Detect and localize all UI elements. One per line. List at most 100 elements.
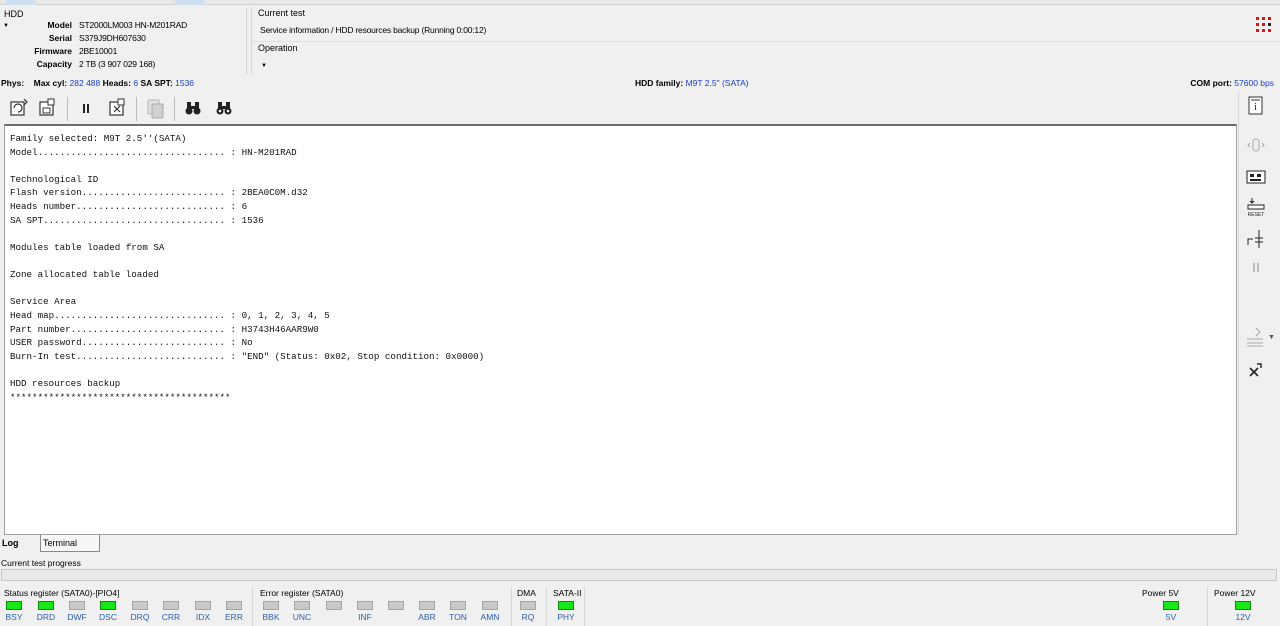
log-text-area[interactable]: Family selected: M9T 2.5''(SATA) Model...… [10, 132, 1232, 530]
phys-label: Phys: [1, 78, 25, 88]
hdd-title: HDD [4, 9, 24, 19]
hdd-serial-label: Serial [48, 33, 72, 43]
hdd-capacity-row: Capacity 2 TB (3 907 029 168) [0, 59, 247, 71]
log-line: Modules table loaded from SA [10, 241, 165, 253]
pause-icon[interactable] [74, 96, 98, 120]
com-value: 57600 bps [1234, 78, 1274, 88]
led-label: PHY [557, 612, 575, 622]
current-test-text: Service information / HDD resources back… [260, 25, 487, 35]
led-rq [520, 601, 536, 610]
led-label: RQ [521, 612, 535, 622]
led-idx [195, 601, 211, 610]
find-next-icon[interactable] [212, 96, 236, 120]
info-document-icon[interactable]: i [1245, 95, 1267, 117]
log-line: Heads number........................... … [10, 201, 248, 213]
top-strip-tab[interactable] [6, 0, 36, 5]
led-bbk [263, 601, 279, 610]
tab-log[interactable]: Log [0, 535, 40, 552]
transfer-icon[interactable] [1245, 326, 1267, 348]
power5-title: Power 5V [1142, 588, 1179, 598]
led-label: 12V [1235, 612, 1251, 622]
log-line: Family selected: M9T 2.5''(SATA) [10, 133, 187, 144]
chip-icon[interactable] [1245, 166, 1267, 188]
led-label: DWF [67, 612, 87, 622]
led-phy [558, 601, 574, 610]
log-line: SA SPT................................. … [10, 214, 264, 226]
find-icon[interactable] [181, 96, 205, 120]
operation-dropdown-caret-icon[interactable]: ▼ [261, 63, 267, 69]
led-label: BSY [5, 612, 23, 622]
operation-panel[interactable]: Operation ▼ [251, 41, 1280, 74]
log-line: Burn-In test........................... … [10, 350, 485, 362]
app-menu-grid-icon[interactable] [1256, 17, 1274, 33]
led-label: UNC [292, 612, 312, 622]
save-test-icon[interactable] [36, 96, 60, 120]
right-toolbar [1238, 92, 1280, 535]
led-label: AMN [480, 612, 500, 622]
led-blank [326, 601, 342, 610]
dma-title: DMA [517, 588, 536, 598]
family-value: M9T 2.5" (SATA) [685, 78, 749, 88]
operation-title: Operation [258, 43, 298, 53]
svg-text:RESET: RESET [1248, 212, 1265, 218]
log-line: Model.................................. … [10, 146, 297, 158]
error-register-title: Error register (SATA0) [260, 588, 344, 598]
log-line: Zone allocated table loaded [10, 269, 159, 281]
com-label: COM port: [1190, 78, 1232, 88]
maxcyl-value: 282 488 [69, 78, 101, 88]
sata-title: SATA-II [553, 588, 582, 598]
led-label: ABR [418, 612, 436, 622]
progress-bar [1, 569, 1277, 581]
log-line: Head map............................... … [10, 309, 330, 321]
led-label: TON [449, 612, 467, 622]
led-label: IDX [195, 612, 211, 622]
led-err [226, 601, 242, 610]
open-test-icon[interactable] [7, 96, 31, 120]
led-abr [419, 601, 435, 610]
hdd-family: HDD family: M9T 2.5" (SATA) [635, 78, 749, 88]
tools-icon[interactable] [1245, 359, 1267, 381]
led-amn [482, 601, 498, 610]
led-drd [38, 601, 54, 610]
led-label: DRD [36, 612, 56, 622]
sata-group: SATA-II PHY [549, 587, 585, 626]
log-panel[interactable]: Family selected: M9T 2.5''(SATA) Model...… [4, 124, 1237, 535]
led-dsc [100, 601, 116, 610]
led-crr [163, 601, 179, 610]
current-test-title: Current test [258, 8, 306, 18]
tab-terminal[interactable]: Terminal [40, 535, 100, 552]
reset-icon[interactable]: RESET [1245, 196, 1267, 218]
led-label: DRQ [130, 612, 150, 622]
maxcyl-label: Max cyl: [33, 78, 68, 88]
toolbar-separator [67, 97, 68, 121]
led-label: BBK [262, 612, 280, 622]
power-off-icon[interactable] [1245, 134, 1267, 156]
top-strip-tab[interactable] [175, 0, 205, 5]
stop-test-icon[interactable] [106, 96, 130, 120]
svg-text:i: i [1254, 102, 1257, 113]
current-test-panel: Current test Service information / HDD r… [251, 7, 1280, 41]
status-register-title: Status register (SATA0)-[PIO4] [4, 588, 120, 598]
copy-icon[interactable] [143, 96, 167, 120]
led-blank [388, 601, 404, 610]
pause-side-icon[interactable] [1245, 257, 1267, 279]
dma-group: DMA RQ [513, 587, 547, 626]
family-label: HDD family: [635, 78, 684, 88]
hdd-model-row: Model ST2000LM003 HN-M201RAD [0, 20, 247, 32]
probe-icon[interactable] [1245, 228, 1267, 250]
led-12v [1235, 601, 1251, 610]
hdd-serial-row: Serial S379J9DH607630 [0, 33, 247, 45]
com-port: COM port: 57600 bps [1190, 78, 1274, 88]
led-label: CRR [161, 612, 181, 622]
transfer-dropdown-icon[interactable]: ▼ [1268, 334, 1278, 344]
hdd-info-panel: HDD ▼ Model ST2000LM003 HN-M201RAD Seria… [0, 8, 247, 74]
hdd-model-label: Model [47, 20, 72, 30]
status-register-group: Status register (SATA0)-[PIO4] BSY DRD DWF… [0, 587, 253, 626]
hdd-firmware-row: Firmware 2BE10001 [0, 46, 247, 58]
toolbar [0, 93, 1236, 124]
hdd-model-value: ST2000LM003 HN-M201RAD [79, 20, 188, 30]
